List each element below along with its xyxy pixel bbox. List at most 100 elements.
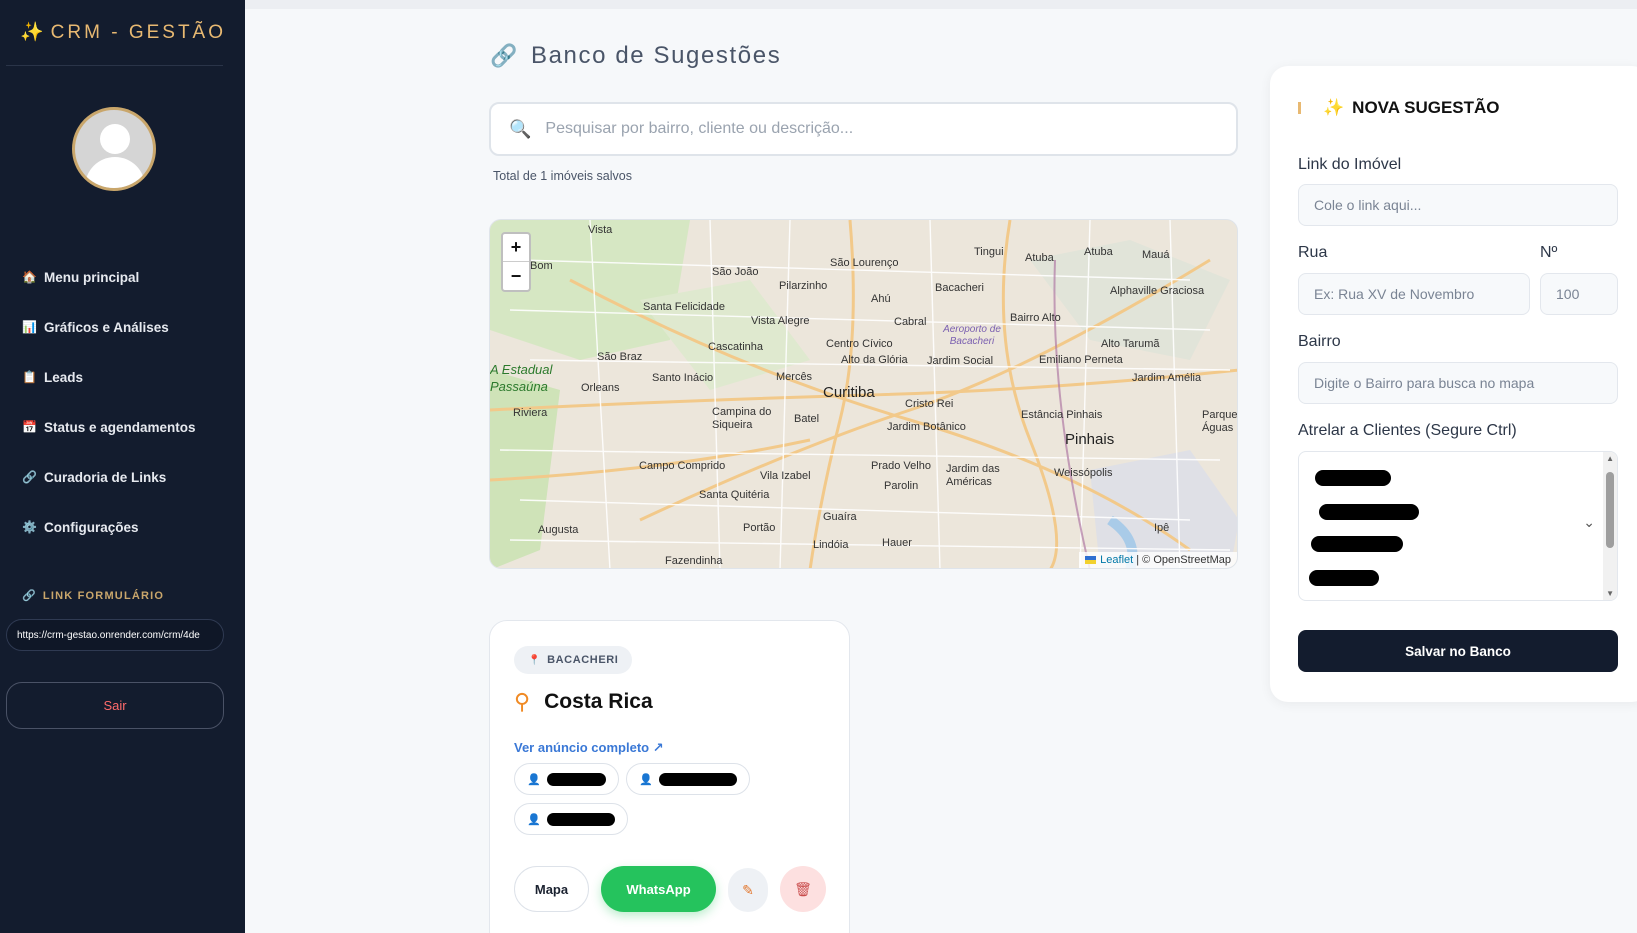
pencil-icon: ✎	[742, 881, 754, 898]
whatsapp-button[interactable]: WhatsApp	[601, 866, 716, 912]
scrollbar-thumb[interactable]	[1606, 472, 1614, 548]
number-input[interactable]	[1540, 273, 1618, 315]
leaflet-link[interactable]: Leaflet	[1100, 554, 1133, 566]
zoom-out-button[interactable]: −	[503, 262, 529, 290]
form-link-title-label: LINK FORMULÁRIO	[42, 590, 165, 602]
view-listing-link[interactable]: Ver anúncio completo ↗	[514, 740, 664, 756]
street-label: Rua	[1298, 244, 1328, 261]
map-label: Bacacheri	[935, 282, 984, 294]
edit-button[interactable]: ✎	[728, 868, 768, 912]
map-label: Emiliano Perneta	[1039, 354, 1123, 366]
map-label: Atuba	[1025, 252, 1054, 264]
sidebar-item-status[interactable]: 📅 Status e agendamentos	[22, 402, 232, 452]
map-label: São João	[712, 266, 759, 278]
scroll-up-icon[interactable]: ▲	[1606, 454, 1614, 463]
save-button[interactable]: Salvar no Banco	[1298, 630, 1618, 672]
map-label: Campina do Siqueira	[712, 406, 772, 431]
new-suggestion-panel: ✨ NOVA SUGESTÃO Link do Imóvel Rua Nº Bai…	[1270, 66, 1637, 702]
map-label: Ahú	[871, 293, 891, 305]
bar-chart-icon: 📊	[22, 320, 37, 334]
redacted-name	[658, 772, 737, 786]
bairro-label: Bairro	[1298, 333, 1341, 350]
panel-title-label: NOVA SUGESTÃO	[1352, 98, 1500, 117]
map-label: Jardim das Américas	[946, 463, 1000, 488]
map-button[interactable]: Mapa	[514, 866, 589, 912]
user-icon: 👤	[527, 773, 541, 786]
map-label: Prado Velho	[871, 460, 931, 472]
sidebar-item-curadoria[interactable]: 🔗 Curadoria de Links	[22, 452, 232, 502]
street-input[interactable]	[1298, 273, 1530, 315]
link-icon: 🔗	[490, 43, 519, 68]
house-icon: 🏠	[22, 270, 37, 284]
map-label-airport: Aeroporto de Bacacheri	[943, 324, 1001, 347]
card-title-label: Costa Rica	[544, 690, 653, 713]
map-label: Tingui	[974, 246, 1004, 258]
map-label: Alphaville Graciosa	[1110, 285, 1205, 297]
map-attribution: Leaflet | © OpenStreetMap	[1079, 552, 1237, 568]
map-label: Cascatinha	[708, 341, 764, 353]
map-label: Orleans	[581, 382, 620, 394]
sidebar-nav: 🏠 Menu principal 📊 Gráficos e Análises 📋 Le…	[22, 252, 232, 552]
map-label: Riviera	[513, 407, 548, 419]
map-label: Augusta	[538, 524, 579, 536]
map-label: Alto Tarumã	[1101, 338, 1160, 350]
map-label: Campo Comprido	[639, 460, 726, 472]
client-chip: 👤	[514, 763, 619, 795]
sidebar-item-graficos[interactable]: 📊 Gráficos e Análises	[22, 302, 232, 352]
neighborhood-label: BACACHERI	[547, 654, 619, 666]
user-icon: 👤	[639, 773, 653, 786]
avatar-body	[85, 157, 145, 188]
map-label: Weissópolis	[1054, 467, 1113, 479]
map-label-park: A Estadual Passaúna	[490, 362, 553, 394]
zoom-in-button[interactable]: +	[503, 234, 529, 262]
redacted-name	[546, 812, 615, 826]
client-option[interactable]	[1311, 536, 1403, 552]
client-option[interactable]	[1315, 470, 1391, 486]
delete-button[interactable]: 🗑	[780, 866, 826, 912]
user-icon: 👤	[527, 813, 541, 826]
map-label: Centro Cívico	[826, 338, 893, 350]
brand-label: CRM - GESTÃO	[50, 22, 227, 43]
link-input[interactable]	[1298, 184, 1618, 226]
brand: ✨ CRM - GESTÃO	[20, 20, 226, 44]
link-label: Link do Imóvel	[1298, 156, 1402, 173]
logout-button[interactable]: Sair	[6, 682, 224, 729]
clients-multiselect[interactable]: ⌄ ▲ ▼	[1298, 451, 1618, 601]
search-input[interactable]	[545, 120, 1206, 138]
map-label: São Braz	[597, 351, 643, 363]
panel-title: ✨ NOVA SUGESTÃO	[1298, 98, 1500, 118]
map-label: Pilarzinho	[779, 280, 828, 292]
client-option[interactable]	[1319, 504, 1419, 520]
link-icon: 🔗	[22, 470, 37, 484]
map-zoom-controls: + −	[501, 232, 531, 292]
page-title-label: Banco de Sugestões	[531, 42, 782, 69]
search-box: 🔍	[489, 102, 1238, 156]
map-label: Jardim Botânico	[887, 421, 966, 433]
map[interactable]: Vista Bom São João São Lourenço Tingui A…	[489, 219, 1238, 569]
map-label: Cabral	[894, 316, 927, 328]
map-label: Portão	[743, 522, 776, 534]
map-label: Hauer	[882, 537, 912, 549]
map-label: Bom	[530, 260, 553, 272]
search-icon: 🔍	[509, 118, 532, 139]
osm-attribution: | © OpenStreetMap	[1136, 554, 1231, 566]
map-label: Alto da Glória	[841, 354, 908, 366]
accent-bar	[1298, 102, 1301, 114]
bairro-input[interactable]	[1298, 362, 1618, 404]
sparkle-icon: ✨	[1323, 98, 1345, 117]
map-label: Guaíra	[823, 511, 857, 523]
form-link-field[interactable]	[6, 619, 224, 651]
map-label: Lindóia	[813, 539, 849, 551]
map-label: Mauá	[1142, 249, 1170, 261]
sidebar-item-leads[interactable]: 📋 Leads	[22, 352, 232, 402]
map-label: Parque Águas	[1202, 409, 1238, 434]
sidebar-item-configuracoes[interactable]: ⚙️ Configurações	[22, 502, 232, 552]
sidebar-item-label: Status e agendamentos	[44, 419, 196, 435]
client-option[interactable]	[1309, 570, 1379, 586]
sidebar: ✨ CRM - GESTÃO 🏠 Menu principal 📊 Gráficos …	[0, 0, 245, 933]
flag-icon	[1085, 556, 1097, 565]
map-label: Jardim Social	[927, 355, 994, 367]
link-icon: 🔗	[22, 590, 37, 602]
sidebar-item-menu-principal[interactable]: 🏠 Menu principal	[22, 252, 232, 302]
scroll-down-icon[interactable]: ▼	[1606, 589, 1614, 598]
